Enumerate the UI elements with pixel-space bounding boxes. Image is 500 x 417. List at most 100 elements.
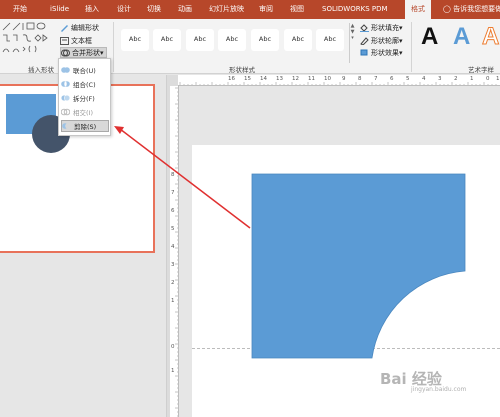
edit-shape-icon	[61, 24, 68, 32]
menu-item-subtract[interactable]: 剪除(S)	[61, 120, 109, 132]
tab-view[interactable]: 视图	[290, 0, 304, 19]
pen-icon	[360, 36, 369, 45]
menu-item-label: 相交(I)	[73, 109, 93, 117]
ruler-label: 1	[171, 298, 175, 304]
tab-insert[interactable]: 插入	[85, 0, 99, 19]
wordart-group-label: 艺术字样	[468, 66, 494, 74]
shape-effects-icon	[360, 49, 368, 55]
ruler-label: 5	[171, 226, 175, 232]
menu-item-label: 拆分(F)	[73, 95, 95, 103]
shape-style-preset-7[interactable]: Abc	[316, 29, 344, 51]
ruler-label: 12	[292, 76, 299, 82]
slide[interactable]	[192, 145, 500, 417]
shape-style-preset-1[interactable]: Abc	[121, 29, 149, 51]
ruler-label: 3	[171, 262, 175, 268]
lightbulb-icon: ◯	[443, 5, 451, 13]
shape-gallery[interactable]	[2, 22, 50, 60]
chevron-down-icon: ▾	[399, 36, 403, 45]
menu-item-fragment[interactable]: 拆分(F)	[61, 92, 109, 104]
expand-gallery-icon: ▾	[351, 35, 354, 41]
wordart-style-1[interactable]: A	[421, 23, 438, 51]
shape-style-preset-6[interactable]: Abc	[284, 29, 312, 51]
union-icon	[61, 67, 70, 73]
ruler-label: 11	[308, 76, 315, 82]
tell-me-search[interactable]: ◯ 告诉我您想要做	[443, 0, 500, 19]
ruler-label: 8	[358, 76, 362, 82]
tab-format[interactable]: 格式	[405, 0, 431, 19]
shape-style-preset-5[interactable]: Abc	[251, 29, 279, 51]
intersect-icon	[61, 108, 70, 116]
menu-item-label: 组合(C)	[73, 81, 96, 89]
chevron-down-icon: ▾	[100, 48, 104, 57]
ruler-label: 5	[406, 76, 410, 82]
tell-me-text: 告诉我您想要做	[453, 5, 500, 13]
combine-icon	[61, 81, 70, 87]
shapes-gallery-icon	[2, 22, 48, 53]
tab-transitions[interactable]: 切换	[147, 0, 161, 19]
tab-home[interactable]: 开始	[13, 0, 27, 19]
edit-shape-label: 编辑形状	[71, 23, 99, 32]
ruler-label: 9	[342, 76, 346, 82]
merge-shapes-icon	[61, 49, 70, 56]
wordart-style-2[interactable]: A	[453, 23, 470, 51]
text-box-button[interactable]: 文本框	[60, 35, 92, 46]
text-box-label: 文本框	[71, 36, 92, 45]
menu-item-label: 联合(U)	[73, 67, 96, 75]
tab-animations[interactable]: 动画	[178, 0, 192, 19]
merge-shapes-button[interactable]: 合并形状 ▾	[60, 47, 107, 58]
subtract-icon	[62, 123, 71, 129]
group-divider	[411, 22, 412, 72]
tab-design[interactable]: 设计	[117, 0, 131, 19]
ruler-label: 0	[486, 76, 490, 82]
gallery-scroll[interactable]: ▲ ▼ ▾	[349, 23, 355, 63]
ribbon-tab-bar: 开始 iSlide 插入 设计 切换 动画 幻灯片放映 审阅 视图 SOLIDW…	[0, 0, 500, 19]
shape-style-preset-3[interactable]: Abc	[186, 29, 214, 51]
tab-slideshow[interactable]: 幻灯片放映	[209, 0, 244, 19]
group-divider	[113, 22, 114, 72]
tab-islide[interactable]: iSlide	[50, 0, 69, 19]
ruler-label: 14	[260, 76, 267, 82]
ruler-label: 7	[374, 76, 378, 82]
ruler-label: 6	[171, 208, 175, 214]
ruler-label: 10	[324, 76, 331, 82]
shape-fill-button[interactable]: 形状填充 ▾	[360, 22, 403, 33]
ruler-label: 1	[496, 76, 500, 82]
shape-effects-label: 形状效果	[371, 48, 399, 57]
vertical-ruler: 8 7 6 5 4 3 2 1 0 1	[170, 86, 179, 417]
ruler-label: 1	[171, 368, 175, 374]
ruler-label: 15	[244, 76, 251, 82]
shape-styles-group-label: 形状样式	[229, 66, 255, 74]
fragment-icon	[61, 94, 70, 102]
shape-outline-label: 形状轮廓	[371, 36, 399, 45]
chevron-down-icon: ▾	[399, 23, 403, 32]
shape-style-preset-4[interactable]: Abc	[218, 29, 246, 51]
shape-outline-button[interactable]: 形状轮廓 ▾	[360, 35, 403, 46]
tab-review[interactable]: 审阅	[259, 0, 273, 19]
ruler-label: 13	[276, 76, 283, 82]
shape-style-preset-2[interactable]: Abc	[153, 29, 181, 51]
shape-effects-button[interactable]: 形状效果 ▾	[360, 47, 403, 58]
edit-shape-button[interactable]: 编辑形状	[60, 22, 99, 33]
ruler-label: 3	[438, 76, 442, 82]
menu-item-intersect[interactable]: 相交(I)	[61, 106, 109, 118]
menu-item-label: 剪除(S)	[74, 123, 97, 131]
menu-item-union[interactable]: 联合(U)	[61, 64, 109, 76]
ruler-label: 4	[422, 76, 426, 82]
ruler-label: 1	[470, 76, 474, 82]
ruler-label: 0	[171, 344, 175, 350]
menu-item-combine[interactable]: 组合(C)	[61, 78, 109, 90]
text-box-icon	[60, 36, 69, 45]
merge-shapes-menu: 联合(U) 组合(C) 拆分(F) 相交(I) 剪除(S)	[58, 58, 111, 136]
ruler-label: 2	[454, 76, 458, 82]
ruler-label: 2	[171, 280, 175, 286]
ruler-label: 8	[171, 172, 175, 178]
merge-shapes-label: 合并形状	[72, 48, 100, 57]
ruler-label: 7	[171, 190, 175, 196]
ruler-label: 16	[228, 76, 235, 82]
insert-shapes-group-label: 插入形状	[28, 66, 54, 74]
ruler-label: 4	[171, 244, 175, 250]
paint-bucket-icon	[360, 23, 369, 32]
tab-solidworks-pdm[interactable]: SOLIDWORKS PDM	[322, 0, 388, 19]
wordart-style-3[interactable]: A	[481, 23, 499, 51]
smart-guide-line	[192, 348, 500, 349]
